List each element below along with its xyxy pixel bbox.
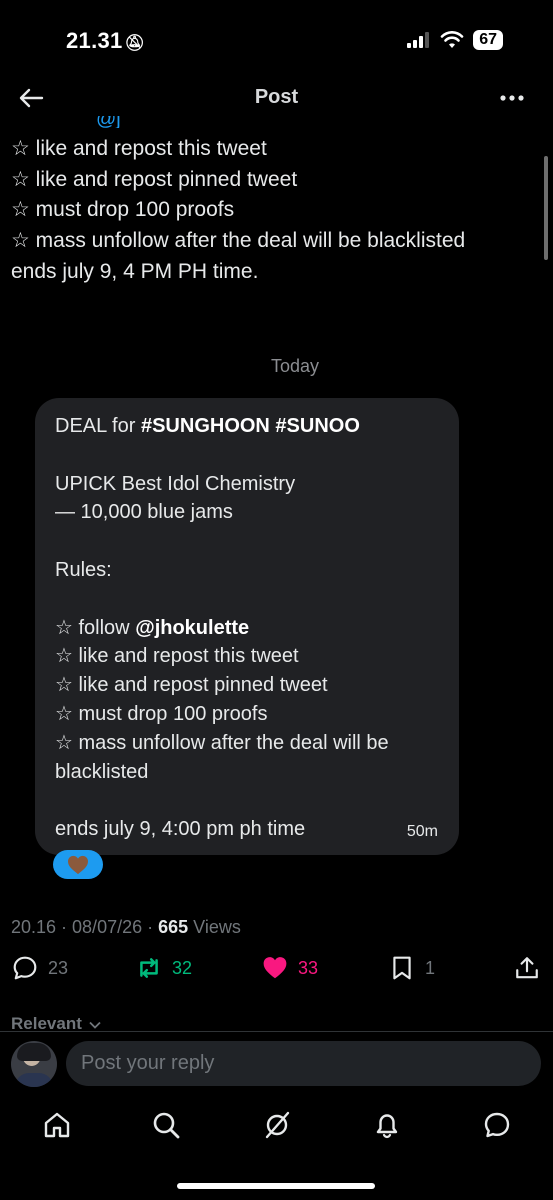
amount-line: — 10,000 blue jams xyxy=(55,501,233,524)
repost-count: 32 xyxy=(172,957,193,978)
status-icons: 67 xyxy=(407,30,503,50)
bookmark-count: 1 xyxy=(425,957,436,978)
home-indicator xyxy=(177,1183,375,1189)
repost-icon xyxy=(140,958,158,978)
date-separator: Today xyxy=(270,356,320,376)
post-line: ☆ like and repost this tweet xyxy=(11,137,267,160)
reaction-badge[interactable] xyxy=(53,850,103,879)
rule-line: ☆ mass unfollow after the deal will be xyxy=(55,731,389,754)
signal-icon xyxy=(407,32,430,48)
reply-input[interactable]: Post your reply xyxy=(66,1041,541,1086)
message-text: DEAL for #SUNGHOON #SUNOO UPICK Best Ido… xyxy=(55,412,450,844)
like-count: 33 xyxy=(298,957,319,978)
bookmark-icon xyxy=(393,956,411,980)
cut-off-mention: @j xyxy=(96,116,121,128)
chevron-down-icon xyxy=(88,1021,101,1029)
status-time: 21.31 🔕︎ xyxy=(66,28,145,54)
views-label: Views xyxy=(188,917,241,937)
messages-icon[interactable] xyxy=(482,1110,512,1140)
notifications-icon[interactable] xyxy=(372,1110,402,1140)
post-timestamp: 20.16 · 08/07/26 · xyxy=(11,917,159,937)
deal-hashtags[interactable]: #SUNGHOON #SUNOO xyxy=(141,415,360,437)
like-button[interactable]: 33 xyxy=(262,955,318,981)
views-count: 665 xyxy=(158,917,189,937)
post-line: ☆ mass unfollow after the deal will be b… xyxy=(11,229,466,253)
message-time: 50m xyxy=(406,823,438,840)
rules-label: Rules: xyxy=(55,558,112,581)
search-icon[interactable] xyxy=(151,1110,181,1140)
action-bar: 23 32 33 1 xyxy=(0,955,553,987)
rule-line: ☆ like and repost this tweet xyxy=(55,645,299,668)
share-icon xyxy=(516,957,538,979)
reply-count: 23 xyxy=(48,957,69,978)
clock-text: 21.31 xyxy=(66,28,123,53)
reply-placeholder: Post your reply xyxy=(81,1052,215,1074)
battery-indicator: 67 xyxy=(473,30,503,50)
bottom-nav xyxy=(0,1100,553,1156)
rule-line: ☆ like and repost pinned tweet xyxy=(55,674,328,697)
award-line: UPICK Best Idol Chemistry xyxy=(55,472,296,495)
post-line: ☆ must drop 100 proofs xyxy=(11,198,235,222)
post-meta: 20.16 · 08/07/26 · 665 Views xyxy=(11,917,241,938)
message-bubble[interactable]: DEAL for #SUNGHOON #SUNOO UPICK Best Ido… xyxy=(35,398,459,855)
brown-heart-icon xyxy=(68,855,88,874)
page-title: Post xyxy=(254,86,299,108)
divider xyxy=(0,1031,553,1032)
home-icon[interactable] xyxy=(42,1110,72,1140)
reply-icon xyxy=(13,956,37,980)
rule-line: blacklisted xyxy=(55,760,149,783)
heart-filled-icon xyxy=(263,957,287,979)
grok-icon[interactable] xyxy=(262,1110,292,1140)
more-options-icon[interactable] xyxy=(499,94,525,102)
deal-line: DEAL for #SUNGHOON #SUNOO xyxy=(55,415,360,437)
follow-line: ☆ follow @jhokulette xyxy=(55,616,250,639)
repost-button[interactable]: 32 xyxy=(136,955,192,981)
scrollbar-thumb[interactable] xyxy=(544,156,548,260)
ends-line: ends july 9, 4:00 pm ph time xyxy=(55,818,306,841)
share-button[interactable] xyxy=(514,955,540,981)
rule-line: ☆ must drop 100 proofs xyxy=(55,702,268,725)
avatar[interactable] xyxy=(11,1041,57,1087)
post-line: ends july 9, 4 PM PH time. xyxy=(11,259,259,283)
top-bar: Post xyxy=(0,78,553,118)
status-bar: 21.31 🔕︎ 67 xyxy=(0,0,553,80)
wifi-icon xyxy=(440,31,464,48)
post-line: ☆ like and repost pinned tweet xyxy=(11,167,298,191)
bell-muted-icon: 🔕︎ xyxy=(124,35,146,52)
reply-button[interactable]: 23 xyxy=(12,955,68,981)
post-text: ☆ like and repost this tweet ☆ like and … xyxy=(11,134,531,288)
bookmark-button[interactable]: 1 xyxy=(389,955,435,981)
mention-link[interactable]: @jhokulette xyxy=(135,617,249,639)
